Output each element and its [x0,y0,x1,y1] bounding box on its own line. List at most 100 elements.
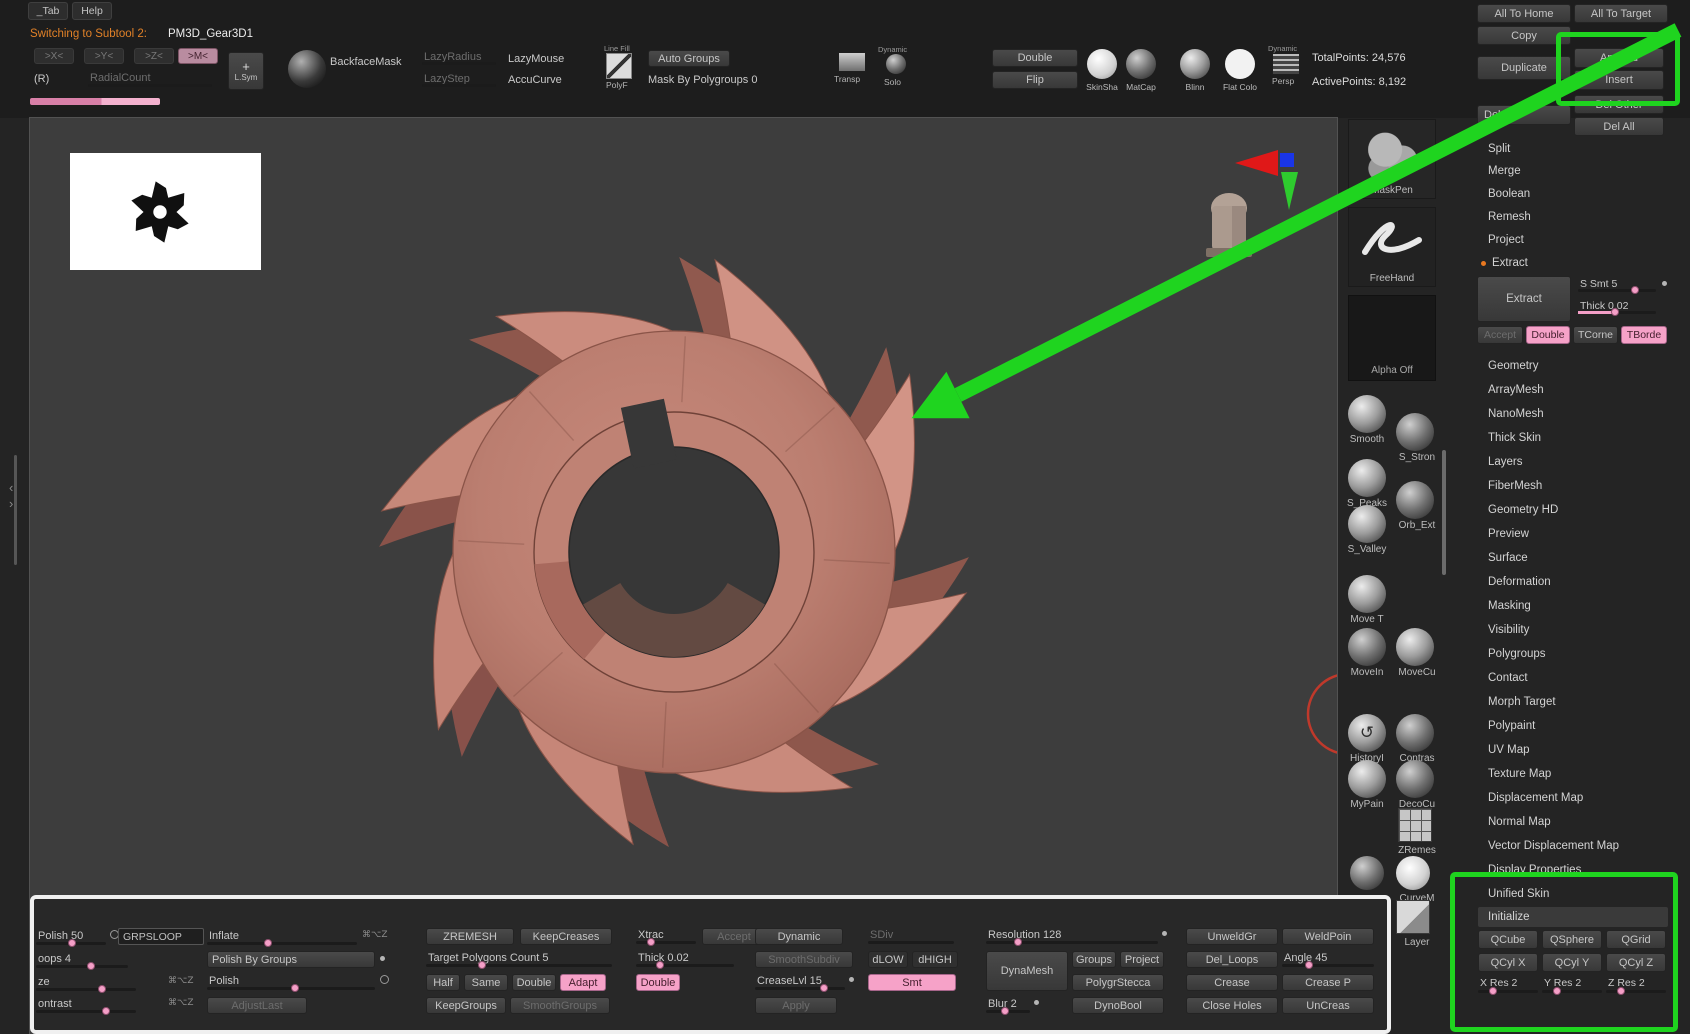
inflate-slider[interactable]: Inflate [207,929,357,945]
slider-handle[interactable] [1001,1007,1009,1015]
polyframe-icon[interactable] [606,53,632,79]
zremesh-button[interactable]: ZREMESH [426,928,514,945]
blur-slider[interactable]: Blur 2 [986,997,1030,1013]
slider-handle[interactable] [1611,308,1619,316]
adjust-last-button[interactable]: AdjustLast [207,997,307,1014]
menu-boolean[interactable]: Boolean [1478,183,1668,205]
tab-menu[interactable]: _Tab [28,2,68,20]
slider-handle[interactable] [264,939,272,947]
brush-s-peaks[interactable] [1348,459,1386,497]
section-morph-target[interactable]: Morph Target [1478,691,1668,713]
gizmo-x-axis-icon[interactable] [1235,150,1278,176]
size-slider[interactable]: ze [36,975,136,991]
radialcount-slider[interactable]: RadialCount [88,71,212,87]
qcyl-x-button[interactable]: QCyl X [1478,953,1538,972]
project-button[interactable]: Project [1120,951,1164,968]
slider-handle[interactable] [1617,987,1625,995]
slider-handle[interactable] [1553,987,1561,995]
dlow-button[interactable]: dLOW [868,951,908,968]
slider-handle[interactable] [98,985,106,993]
skinshade-material-icon[interactable] [1087,49,1117,79]
section-geometry[interactable]: Geometry [1478,355,1668,377]
polish-features-toggle[interactable] [380,975,389,984]
weld-points-button[interactable]: WeldPoin [1282,928,1374,945]
qcyl-z-button[interactable]: QCyl Z [1606,953,1666,972]
smooth-groups-button[interactable]: SmoothGroups [510,997,610,1014]
flat-color-material-icon[interactable] [1225,49,1255,79]
duplicate-button[interactable]: Duplicate [1477,56,1571,80]
creaselvl-slider[interactable]: CreaseLvl 15 [755,974,845,990]
slider-handle[interactable] [820,984,828,992]
slider-handle[interactable] [102,1007,110,1015]
adapt-button[interactable]: Adapt [560,974,606,991]
s-smt-slider[interactable]: S Smt 5 [1578,277,1656,292]
brush-orb-ext[interactable] [1396,481,1434,519]
del-all-button[interactable]: Del All [1574,117,1664,136]
menu-remesh[interactable]: Remesh [1478,206,1668,228]
extract-tcorner-button[interactable]: TCorne [1573,326,1618,344]
lazy-radius-slider[interactable]: LazyRadius [422,50,496,65]
section-initialize[interactable]: Initialize [1478,907,1668,927]
backface-mask-button[interactable]: BackfaceMask [330,56,402,68]
qcube-button[interactable]: QCube [1478,930,1538,949]
resolution-slider[interactable]: Resolution 128 [986,928,1158,944]
unweld-groups-button[interactable]: UnweldGr [1186,928,1278,945]
gizmo-y-axis-icon[interactable] [1281,172,1298,210]
thick-slider[interactable]: Thick 0.02 [636,951,734,967]
dhigh-button[interactable]: dHIGH [912,951,958,968]
sym-x-button[interactable]: >X< [34,48,74,64]
sym-m-button[interactable]: >M< [178,48,218,64]
extract-thick-slider[interactable]: Thick 0.02 [1578,299,1656,314]
qsphere-button[interactable]: QSphere [1542,930,1602,949]
polish-features-slider[interactable]: Polish [207,974,375,990]
brush-movecu[interactable] [1396,628,1434,666]
auto-groups-button[interactable]: Auto Groups [648,50,730,67]
section-arraymesh[interactable]: ArrayMesh [1478,379,1668,401]
section-geometry-hd[interactable]: Geometry HD [1478,499,1668,521]
lazy-mouse-button[interactable]: LazyMouse [508,53,564,65]
flip-button[interactable]: Flip [992,71,1078,89]
polish-by-groups-button[interactable]: Polish By Groups [207,951,375,968]
section-contact[interactable]: Contact [1478,667,1668,689]
left-tray-scrollbar[interactable] [14,455,17,565]
qgrid-button[interactable]: QGrid [1606,930,1666,949]
brush-contrast[interactable] [1396,714,1434,752]
transparency-icon[interactable] [838,52,866,72]
section-masking[interactable]: Masking [1478,595,1668,617]
section-visibility[interactable]: Visibility [1478,619,1668,641]
section-uv-map[interactable]: UV Map [1478,739,1668,761]
lazy-step-slider[interactable]: LazyStep [422,72,496,87]
dynobool-button[interactable]: DynoBool [1072,997,1164,1014]
slider-handle[interactable] [68,939,76,947]
sym-z-button[interactable]: >Z< [134,48,174,64]
section-vector-displacement-map[interactable]: Vector Displacement Map [1478,835,1668,857]
xtract-slider[interactable]: Xtrac [636,928,696,944]
append-button[interactable]: Append [1574,48,1664,68]
del-loops-button[interactable]: Del_Loops [1186,951,1278,968]
section-thick-skin[interactable]: Thick Skin [1478,427,1668,449]
subtool-thumbnail[interactable] [70,153,261,270]
local-symmetry-button[interactable]: + L.Sym [228,52,264,90]
section-normal-map[interactable]: Normal Map [1478,811,1668,833]
groups-button[interactable]: Groups [1072,951,1116,968]
section-layers[interactable]: Layers [1478,451,1668,473]
matcap-material-icon[interactable] [1126,49,1156,79]
loops-slider[interactable]: oops 4 [36,952,128,968]
tray-expand-chevron[interactable]: ‹ [9,480,13,495]
dynamesh-button[interactable]: DynaMesh [986,951,1068,991]
smt-button[interactable]: Smt [868,974,956,991]
slider-handle[interactable] [1489,987,1497,995]
copy-tool-button[interactable]: Copy [1477,26,1571,45]
section-surface[interactable]: Surface [1478,547,1668,569]
angle-slider[interactable]: Angle 45 [1282,951,1374,967]
smooth-subdiv-button[interactable]: SmoothSubdiv [755,951,853,968]
y-res-slider[interactable]: Y Res 2 [1542,976,1602,993]
dynamic-button[interactable]: Dynamic [755,928,843,945]
extract-button[interactable]: Extract [1477,276,1571,322]
section-preview[interactable]: Preview [1478,523,1668,545]
brush-curve-multi[interactable] [1396,856,1430,890]
slider-handle[interactable] [478,961,486,969]
history-recall-icon[interactable]: ↺ [1348,714,1386,752]
solo-icon[interactable] [886,54,906,74]
double-button[interactable]: Double [992,49,1078,67]
